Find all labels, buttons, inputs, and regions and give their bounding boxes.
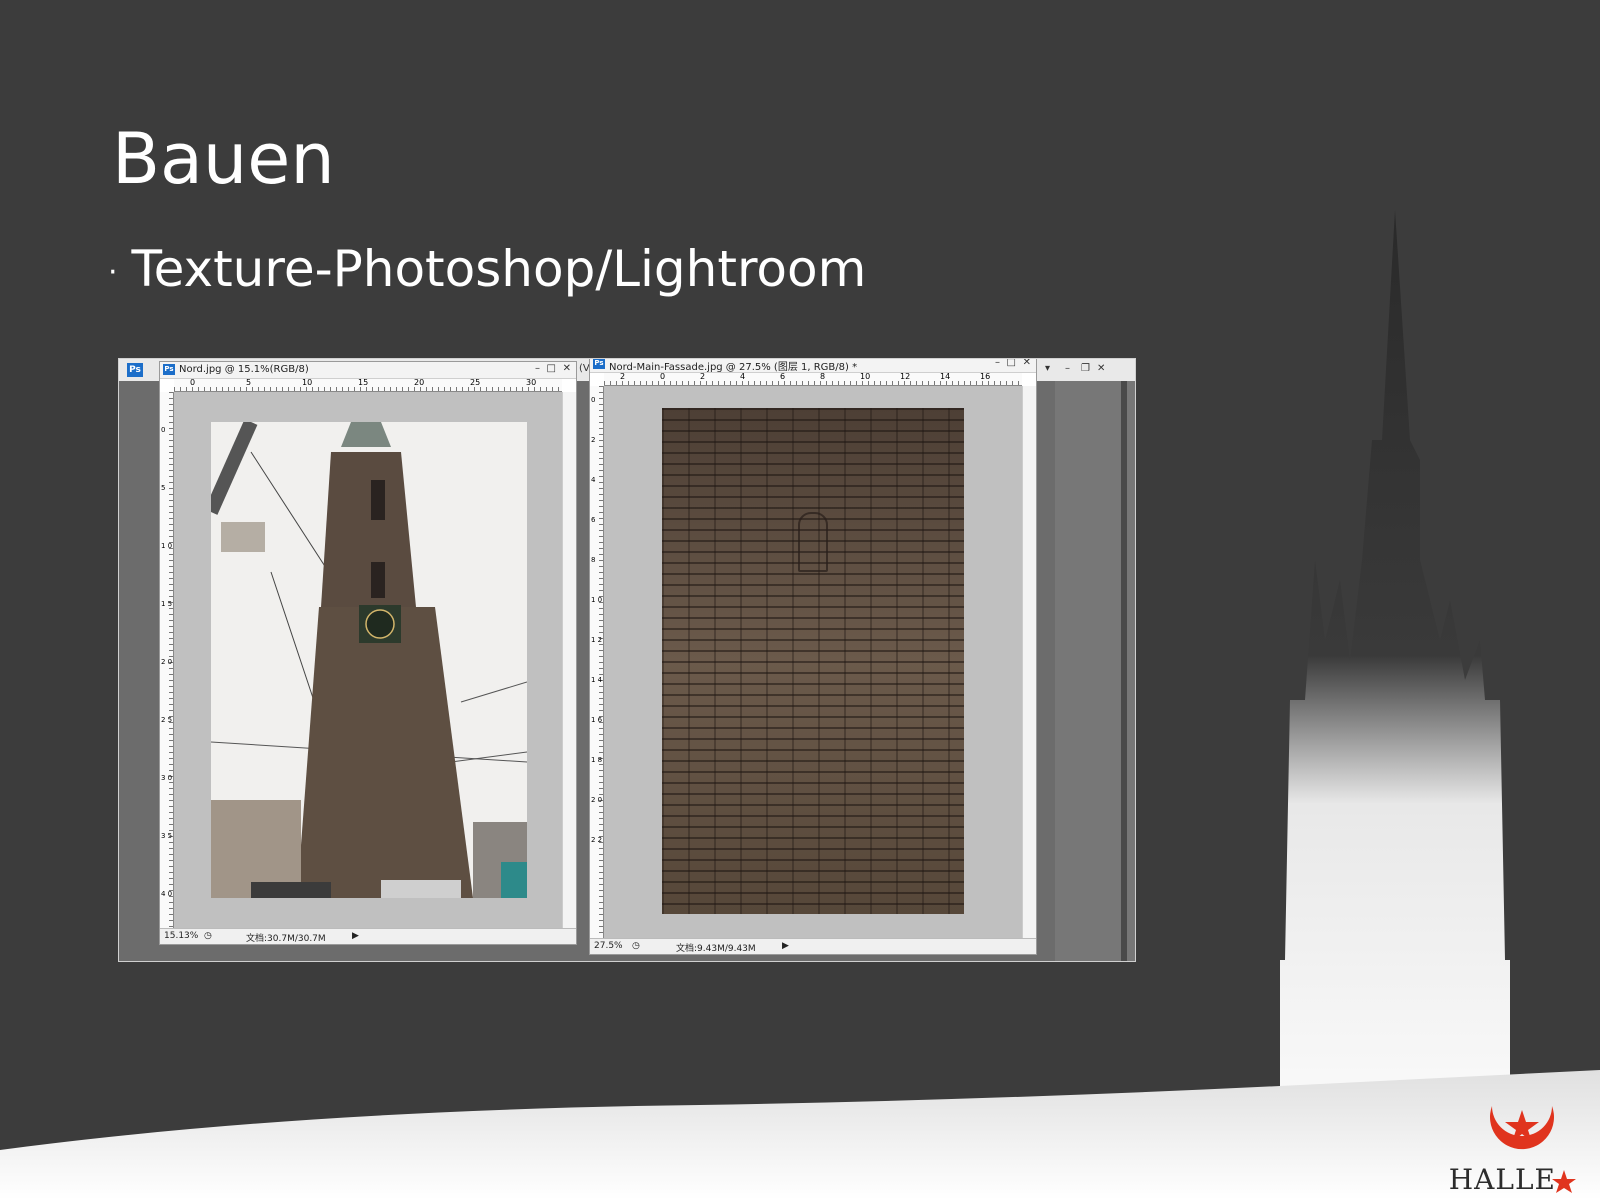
slide: Bauen · Texture-Photoshop/Lightroom Ps (V… bbox=[0, 0, 1600, 1200]
tower-silhouette bbox=[0, 210, 1600, 1200]
logo-text: HALLE bbox=[1448, 1163, 1556, 1196]
